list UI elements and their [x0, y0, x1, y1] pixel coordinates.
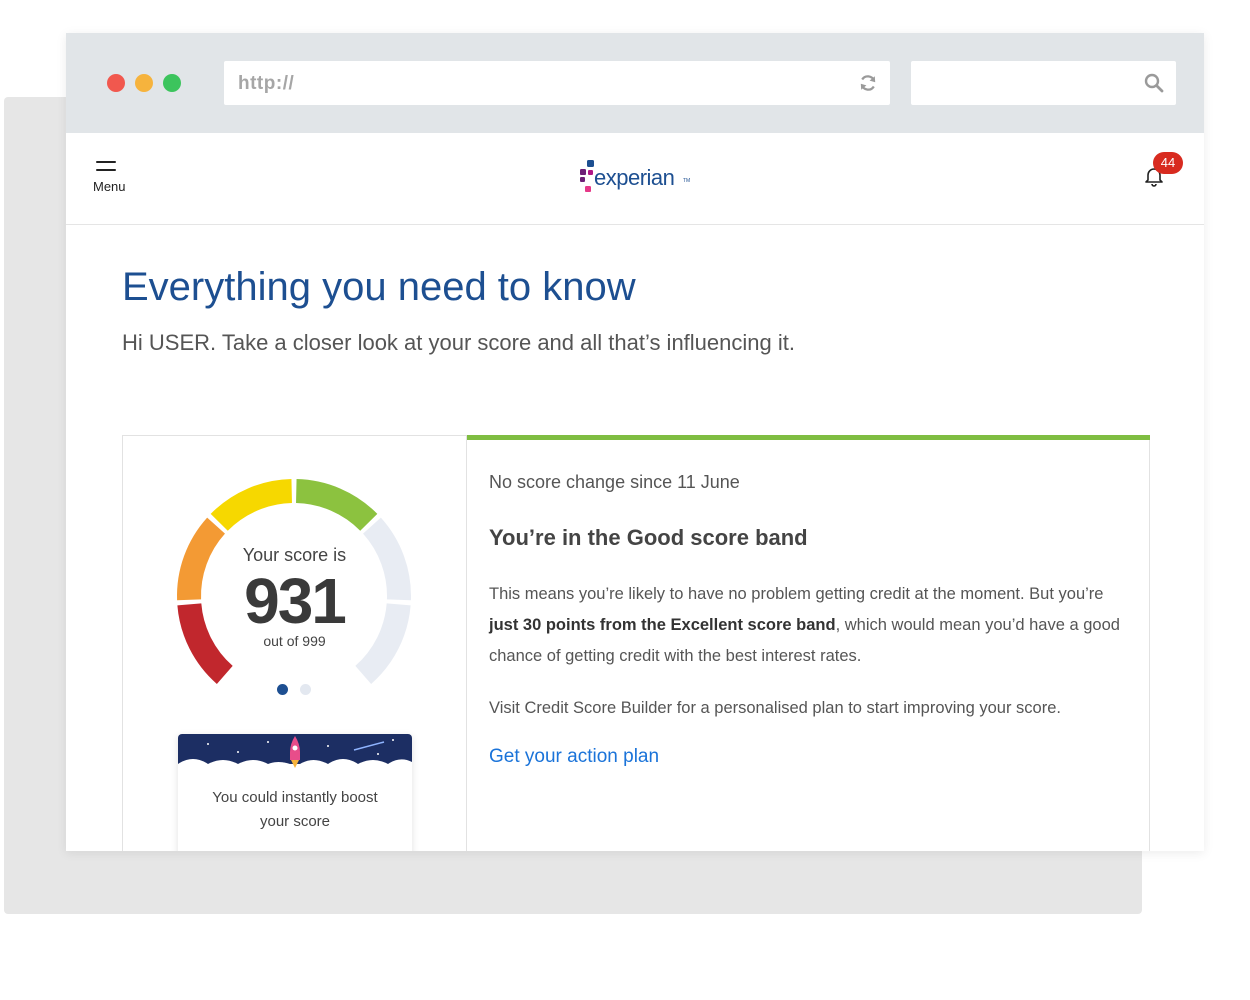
minimize-window-button[interactable]: [135, 74, 153, 92]
refresh-icon[interactable]: [858, 73, 878, 93]
pager-dot-2[interactable]: [300, 684, 311, 695]
site-header: Menu experian TM 44: [66, 133, 1204, 225]
experian-logo[interactable]: experian TM: [580, 159, 695, 199]
url-text: http://: [238, 73, 295, 94]
browser-chrome: http://: [66, 33, 1204, 133]
page-subtitle: Hi USER. Take a closer look at your scor…: [122, 330, 795, 355]
band-desc-highlight: just 30 points from the Excellent score …: [489, 616, 836, 634]
boost-score-card[interactable]: You could instantly boost your score: [178, 734, 412, 851]
close-window-button[interactable]: [107, 74, 125, 92]
hamburger-icon: [96, 161, 116, 173]
score-details: No score change since 11 June You’re in …: [489, 436, 1129, 851]
score-change-status: No score change since 11 June: [489, 472, 740, 492]
maximize-window-button[interactable]: [163, 74, 181, 92]
boost-text-line-1: You could instantly boost: [212, 789, 378, 806]
gauge-segment-green: [295, 479, 378, 531]
notification-badge: 44: [1153, 152, 1183, 174]
rocket-banner-illustration: [178, 734, 412, 780]
logo-text: experian: [594, 165, 675, 190]
band-desc-part-1: This means you’re likely to have no prob…: [489, 585, 1104, 603]
menu-button[interactable]: Menu: [88, 159, 132, 199]
boost-text-line-2: your score: [259, 813, 331, 830]
browser-search-field[interactable]: [911, 61, 1176, 105]
pager-dot-1[interactable]: [277, 684, 288, 695]
browser-window: http:// Menu experian TM 44 Everything y…: [66, 33, 1204, 851]
score-label: Your score is: [242, 545, 347, 565]
score-out-of: out of 999: [263, 633, 326, 649]
score-panel: Your score is 931 out of 999 You could i…: [123, 436, 467, 851]
address-bar[interactable]: http://: [224, 61, 890, 105]
score-card: Your score is 931 out of 999 You could i…: [122, 435, 1150, 851]
search-icon[interactable]: [1144, 73, 1164, 93]
score-pager: [277, 682, 323, 700]
action-plan-link[interactable]: Get your action plan: [489, 746, 659, 768]
score-band-description: This means you’re likely to have no prob…: [489, 579, 1129, 672]
logo-trademark: TM: [683, 178, 691, 184]
gauge-segment-yellow: [210, 479, 293, 531]
score-value: 931: [244, 565, 347, 637]
menu-label: Menu: [93, 179, 126, 194]
score-band-heading: You’re in the Good score band: [489, 525, 808, 550]
page-title: Everything you need to know: [122, 265, 636, 309]
boost-text: You could instantly boost your score: [178, 786, 412, 834]
credit-builder-text: Visit Credit Score Builder for a persona…: [489, 699, 1061, 717]
notifications-button[interactable]: 44: [1141, 151, 1183, 191]
